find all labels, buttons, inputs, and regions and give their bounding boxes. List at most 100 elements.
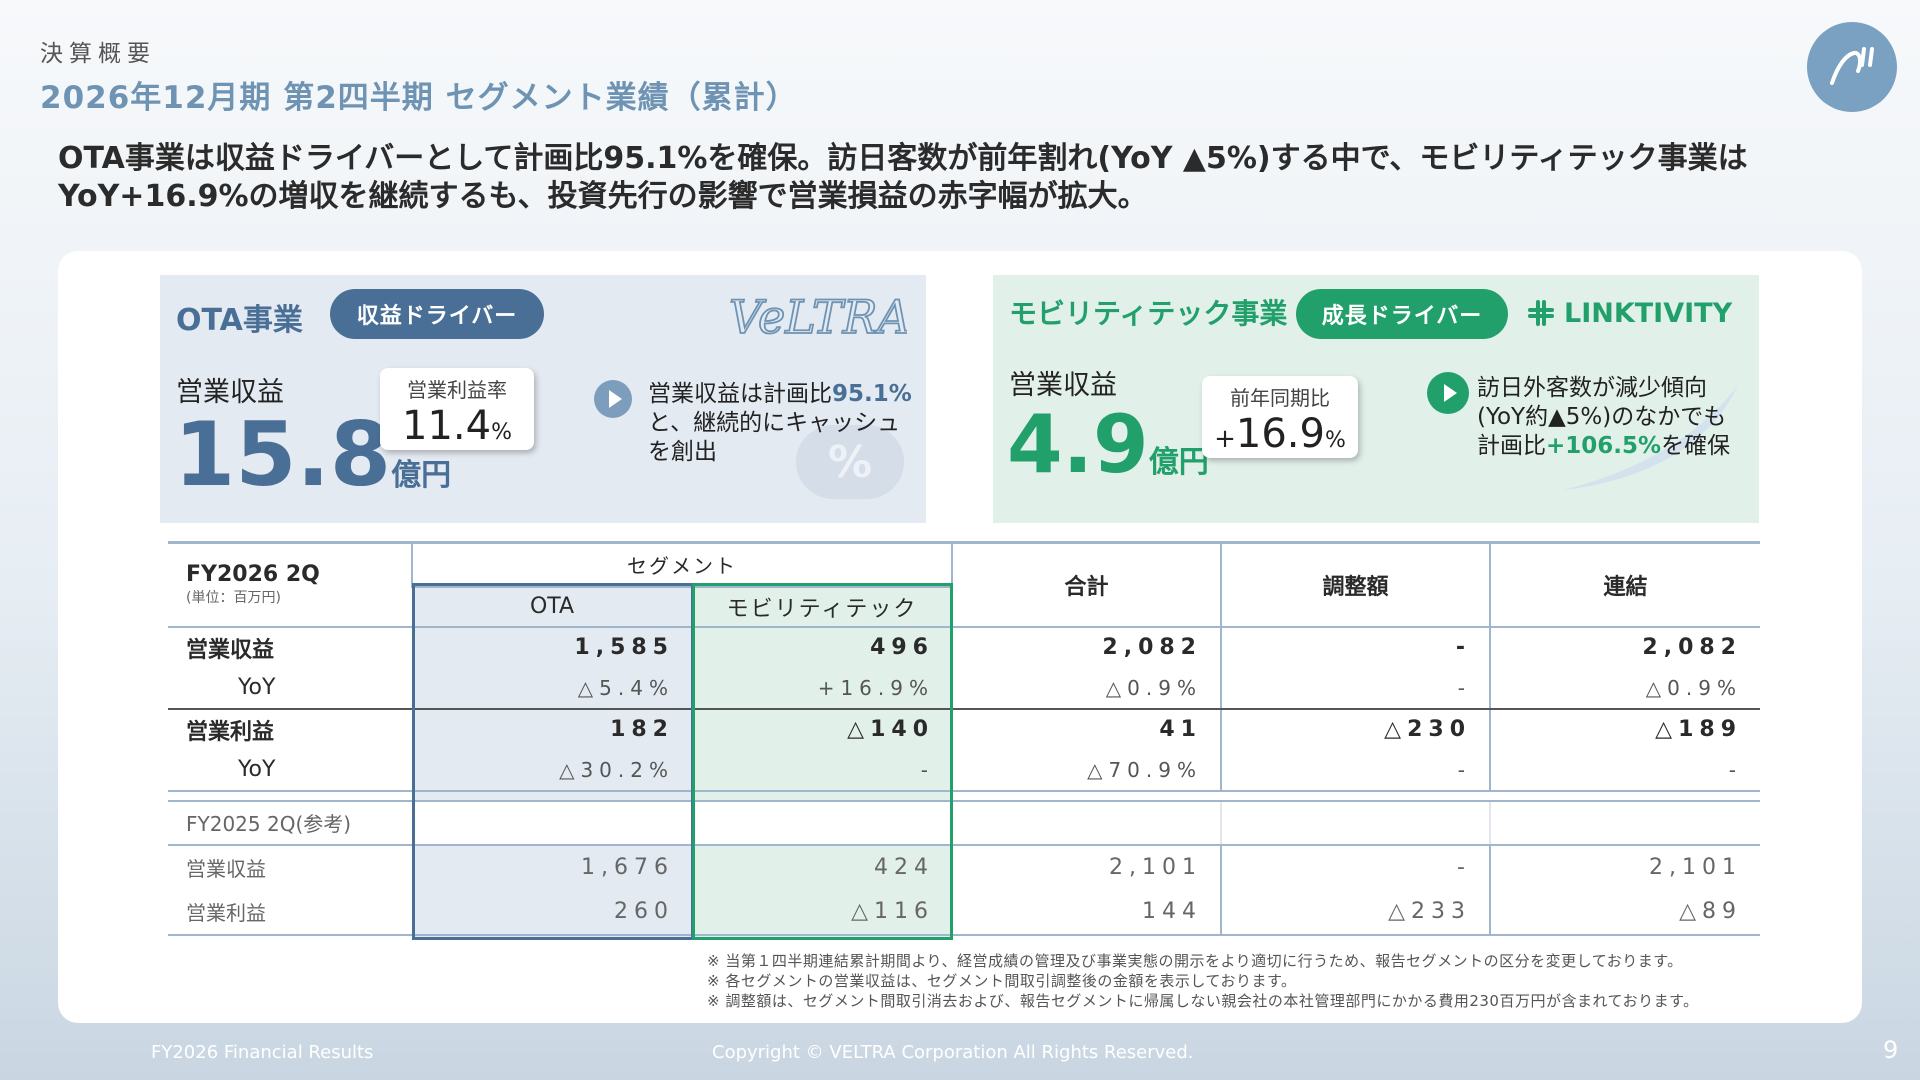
section-label: 決算概要 xyxy=(40,41,156,67)
cell-adjustment: △230 xyxy=(1221,708,1491,750)
cell-mobility: +16.9% xyxy=(692,667,952,710)
mobility-card: モビリティテック事業 成長ドライバー LINKTIVITY 営業収益 4.9億円… xyxy=(993,275,1759,523)
cell-total: △0.9% xyxy=(952,667,1222,710)
company-logo xyxy=(1807,22,1897,112)
mobility-column-header: モビリティテック xyxy=(692,586,952,628)
segment-header: セグメント xyxy=(411,541,953,588)
cell-adjustment: - xyxy=(1221,844,1491,890)
row-label: 営業収益 xyxy=(186,637,275,663)
mobility-note-line-2: (YoY約▲5%)のなかでも xyxy=(1477,404,1727,430)
linktivity-logo: LINKTIVITY xyxy=(1524,293,1732,333)
cell-ota: 182 xyxy=(610,717,674,742)
ota-bullet-icon xyxy=(594,380,632,418)
ota-revenue-value: 15.8 xyxy=(174,403,392,506)
mobility-yoy-sign: + xyxy=(1214,424,1236,454)
cell-adjustment: - xyxy=(1221,749,1491,792)
footnotes: ※ 当第１四半期連結累計期間より、経営成績の管理及び事業実態の開示をより適切に行… xyxy=(707,951,1699,1011)
mobility-note-pre: 計画比 xyxy=(1477,433,1546,459)
table-row: 営業利益 260 △116 144 △233 △89 xyxy=(168,889,1760,936)
mobility-revenue-label: 営業収益 xyxy=(1009,370,1117,401)
ota-margin-unit: % xyxy=(491,420,512,445)
cell-consolidated: △0.9% xyxy=(1490,667,1760,710)
ota-note-pre: 営業収益は計画比 xyxy=(648,381,832,407)
row-label: 営業収益 xyxy=(186,857,266,881)
page-number: 9 xyxy=(1883,1036,1899,1064)
lead-line-1: OTA事業は収益ドライバーとして計画比95.1%を確保。訪日客数が前年割れ(Yo… xyxy=(58,141,1748,176)
cell-consolidated: - xyxy=(1490,749,1760,792)
mobility-revenue-value: 4.9 xyxy=(1007,398,1149,491)
cell-mobility: 424 xyxy=(874,855,934,880)
cell-mobility: △116 xyxy=(692,889,952,936)
veltra-logo-icon: VeLTRA xyxy=(728,289,911,345)
mobility-note-post: を確保 xyxy=(1661,433,1731,459)
cell-mobility: △140 xyxy=(847,717,934,742)
mobility-note-line-3: 計画比+106.5%を確保 xyxy=(1477,432,1757,461)
linktivity-mark-icon xyxy=(1528,300,1554,326)
mobility-yoy-label: 前年同期比 xyxy=(1230,386,1330,410)
cell-consolidated: △89 xyxy=(1490,889,1760,936)
reference-header-row: FY2025 2Q(参考) xyxy=(168,800,1760,846)
mobility-yoy-unit: % xyxy=(1324,428,1346,453)
table-row: 営業収益 1,585 496 2,082 - 2,082 xyxy=(168,626,1760,668)
lead-message: OTA事業は収益ドライバーとして計画比95.1%を確保。訪日客数が前年割れ(Yo… xyxy=(58,140,1858,216)
period-label: FY2026 2Q xyxy=(186,562,320,588)
total-header: 合計 xyxy=(952,541,1222,628)
cell-ota: 260 xyxy=(412,889,692,936)
ota-margin-value: 11.4 xyxy=(402,403,492,449)
footer-report-name: FY2026 Financial Results xyxy=(151,1042,374,1063)
row-label: 営業利益 xyxy=(186,719,275,745)
ota-badge: 収益ドライバー xyxy=(330,289,544,339)
linktivity-logo-text: LINKTIVITY xyxy=(1564,297,1733,329)
table-row: YoY △30.2% - △70.9% - - xyxy=(168,749,1760,792)
mobility-note: 訪日外客数が減少傾向 (YoY約▲5%)のなかでも 計画比+106.5%を確保 xyxy=(1477,374,1757,461)
cell-total: 41 xyxy=(952,708,1222,750)
row-label: YoY xyxy=(168,667,412,710)
veltra-logo-text: VeLTRA xyxy=(729,290,907,344)
period-cell: FY2026 2Q (単位：百万円) xyxy=(168,541,412,628)
footnote-1: ※ 当第１四半期連結累計期間より、経営成績の管理及び事業実態の開示をより適切に行… xyxy=(707,952,1683,970)
cell-consolidated: △189 xyxy=(1655,717,1742,742)
table-row: 営業利益 182 △140 41 △230 △189 xyxy=(168,708,1760,750)
cell-ota: 1,676 xyxy=(581,855,674,880)
ota-card: OTA事業 収益ドライバー VeLTRA 営業収益 15.8億円 営業利益率 1… xyxy=(160,275,926,523)
cell-adjustment: - xyxy=(1221,667,1491,710)
ota-margin-figure: 11.4% xyxy=(380,403,534,456)
adjustment-header: 調整額 xyxy=(1221,541,1491,628)
footnote-3: ※ 調整額は、セグメント間取引消去および、報告セグメントに帰属しない親会社の本社… xyxy=(707,992,1699,1010)
reference-period-label: FY2025 2Q(参考) xyxy=(168,800,412,846)
mobility-revenue-unit: 億円 xyxy=(1148,445,1209,480)
table-header-row-1: FY2026 2Q (単位：百万円) セグメント 合計 調整額 連結 xyxy=(168,541,1760,628)
ota-column-header: OTA xyxy=(412,586,692,628)
table-spacer-row xyxy=(168,790,1760,802)
company-logo-mark-icon xyxy=(1830,47,1874,85)
cell-mobility: - xyxy=(692,749,952,792)
mobility-yoy-figure: +16.9% xyxy=(1202,411,1358,464)
cell-total: 2,082 xyxy=(952,626,1222,668)
table-row: YoY △5.4% +16.9% △0.9% - △0.9% xyxy=(168,667,1760,710)
ota-note-post: と、継続的にキャッシュを創出 xyxy=(648,410,901,465)
unit-label: (単位：百万円) xyxy=(186,590,281,607)
mobility-badge: 成長ドライバー xyxy=(1296,289,1508,339)
mobility-revenue-figure: 4.9億円 xyxy=(1007,405,1209,485)
footer-copyright: Copyright © VELTRA Corporation All Right… xyxy=(712,1042,1194,1063)
cell-total: △70.9% xyxy=(952,749,1222,792)
cell-consolidated: 2,082 xyxy=(1642,635,1742,660)
footnote-2: ※ 各セグメントの営業収益は、セグメント間取引調整後の金額を表示しております。 xyxy=(707,972,1297,990)
cell-consolidated: 2,101 xyxy=(1649,855,1742,880)
veltra-logo: VeLTRA xyxy=(727,289,911,345)
page-title: 2026年12月期 第2四半期 セグメント業績（累計） xyxy=(40,80,798,116)
ota-note-highlight: 95.1% xyxy=(832,381,912,407)
cell-ota: △30.2% xyxy=(412,749,692,792)
mobility-title: モビリティテック事業 xyxy=(1009,297,1288,330)
lead-line-2: YoY+16.9%の増収を継続するも、投資先行の影響で営業損益の赤字幅が拡大。 xyxy=(58,179,1148,214)
ota-revenue-unit: 億円 xyxy=(391,458,452,493)
cell-mobility: 496 xyxy=(870,635,934,660)
row-label: 営業利益 xyxy=(168,889,412,936)
mobility-note-highlight: +106.5% xyxy=(1546,433,1662,459)
ota-margin-box: 営業利益率 11.4% xyxy=(380,368,534,450)
consolidated-header: 連結 xyxy=(1490,541,1760,628)
mobility-note-line-1: 訪日外客数が減少傾向 xyxy=(1477,375,1707,401)
table-row: 営業収益 1,676 424 2,101 - 2,101 xyxy=(168,844,1760,890)
mobility-yoy-box: 前年同期比 +16.9% xyxy=(1202,376,1358,458)
ota-note: 営業収益は計画比95.1% と、継続的にキャッシュを創出 xyxy=(648,380,918,467)
